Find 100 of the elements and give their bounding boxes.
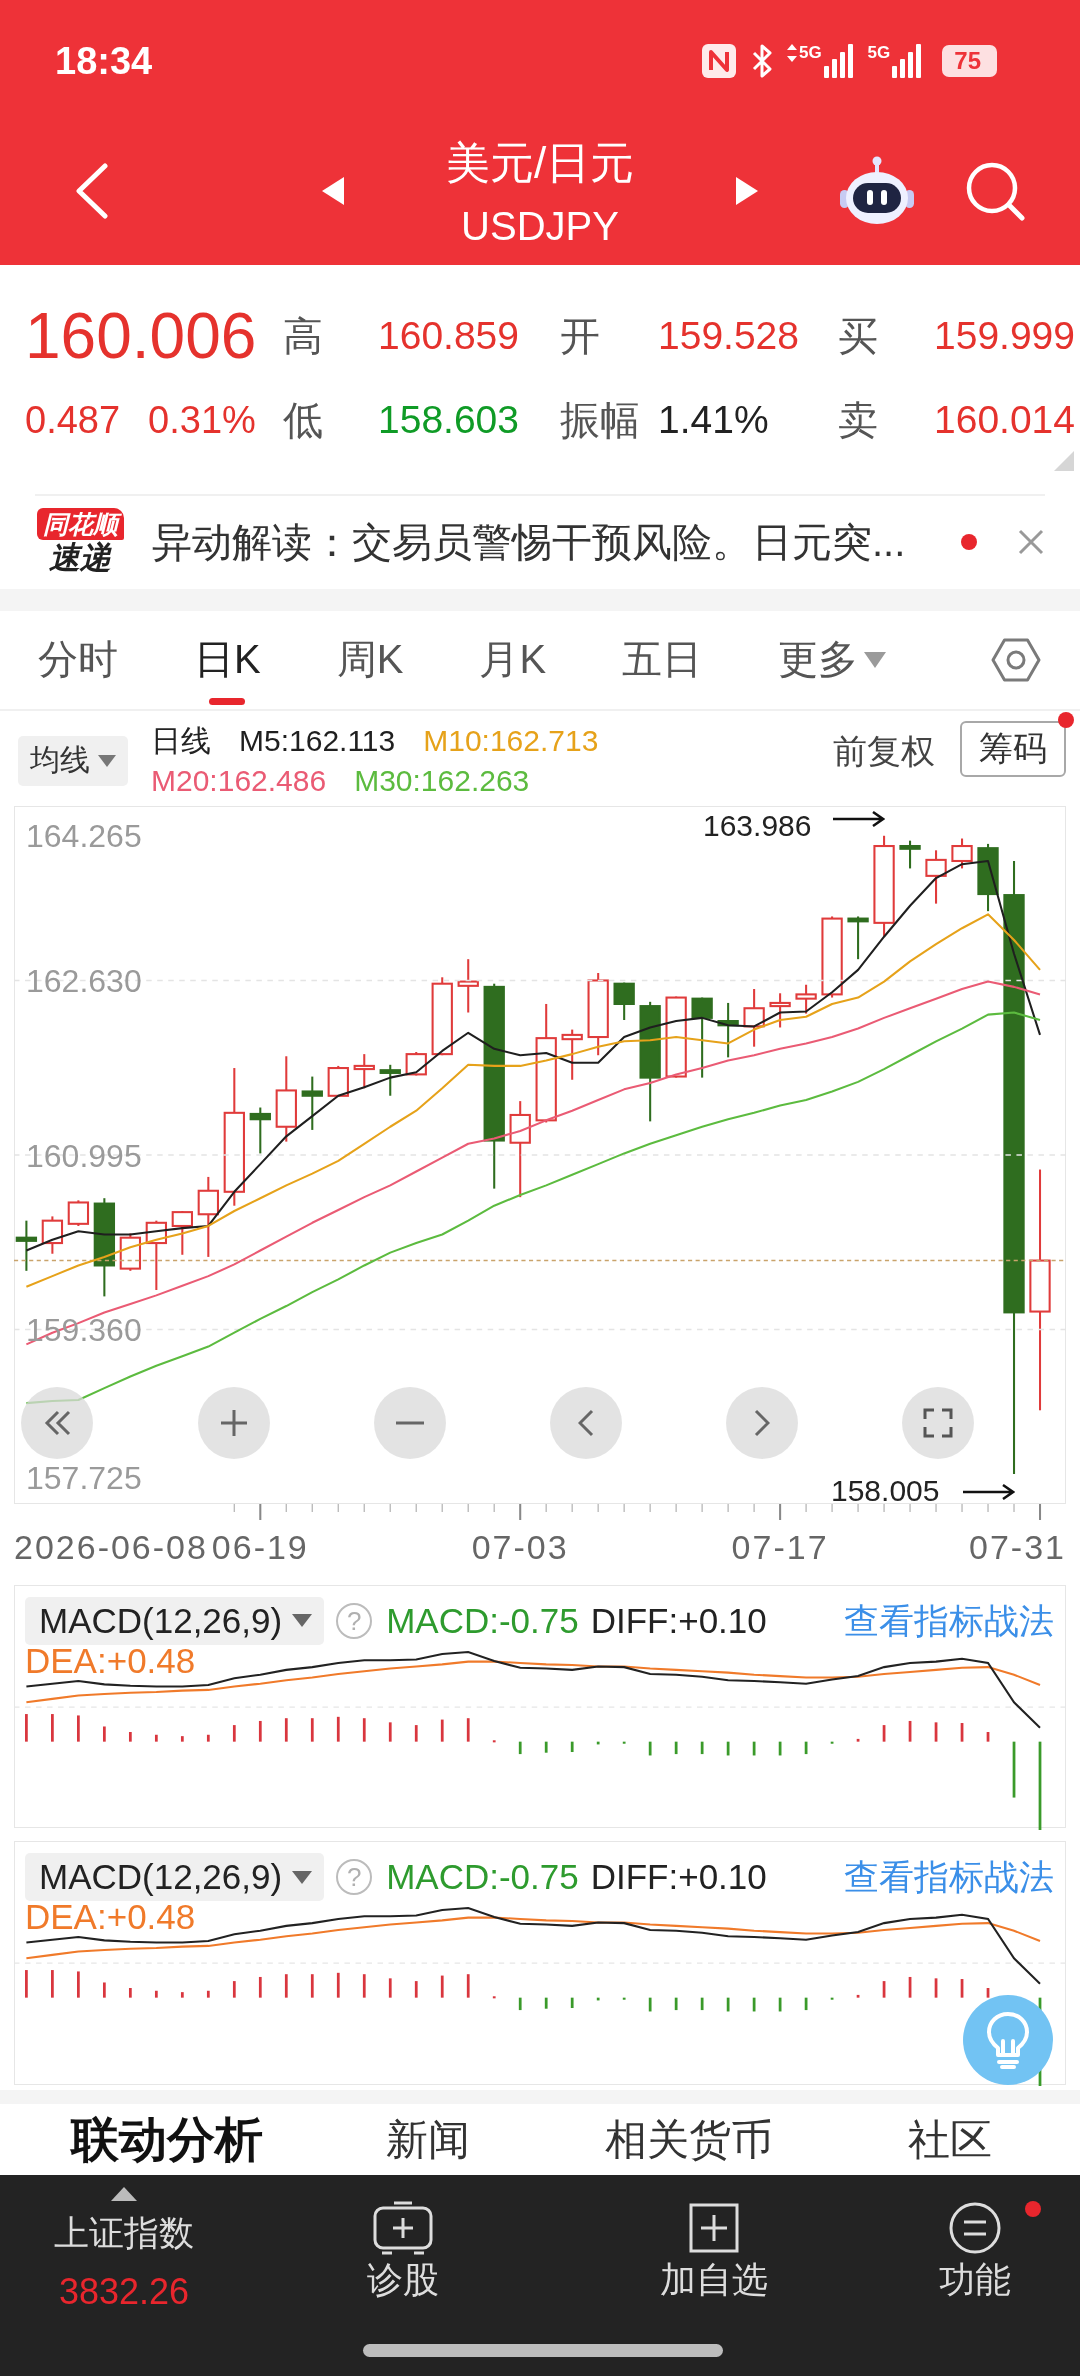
candlestick: [67, 1200, 90, 1226]
assistant-button[interactable]: [837, 154, 917, 227]
close-icon: [1018, 529, 1044, 556]
moving-average-value: M10:162.713: [423, 722, 599, 759]
candlestick: [769, 993, 791, 1028]
histogram-bar: [648, 1998, 652, 2012]
histogram-bar: [622, 1998, 626, 2001]
network-type: 5G: [798, 44, 822, 62]
histogram-bar: [544, 1998, 548, 2010]
home-indicator[interactable]: [363, 2344, 723, 2358]
brand-badge: 同花顺: [36, 508, 124, 541]
section-tab[interactable]: 联动分析: [70, 2113, 263, 2166]
triangle-left-icon: [322, 176, 344, 205]
histogram-bar: [804, 1741, 808, 1754]
candlestick: [925, 850, 947, 904]
arrow-right-icon: [833, 810, 885, 827]
histogram-bar: [51, 1970, 54, 1999]
toolbar-action[interactable]: 诊股: [367, 2175, 439, 2306]
histogram-bar: [180, 1735, 184, 1742]
change-percent: 0.31%: [148, 398, 256, 443]
period-tab[interactable]: 月K: [467, 610, 559, 709]
histogram-bar: [882, 1981, 886, 1999]
period-tab[interactable]: 日K: [182, 610, 273, 709]
histogram-bar: [986, 1731, 990, 1742]
histogram-bar: [388, 1722, 392, 1742]
briefcase-plus-icon: [372, 2200, 434, 2257]
candlestick: [379, 1064, 401, 1096]
chevron-right-icon: [754, 1408, 770, 1437]
date-axis-label: 07-17: [731, 1528, 829, 1565]
candlestick: [951, 838, 973, 869]
period-tab[interactable]: 周K: [324, 610, 416, 709]
symbol-code: USDJPY: [461, 203, 619, 250]
section-tab[interactable]: 相关货币: [604, 2113, 773, 2166]
histogram-bar: [726, 1998, 730, 2012]
macd-value: MACD:-0.75: [386, 1599, 579, 1642]
bluetooth-icon: [750, 43, 773, 79]
candlestick: [743, 988, 765, 1047]
news-headline[interactable]: 异动解读：交易员警惕干预风险。日元突...: [152, 517, 906, 568]
toolbar-action[interactable]: 加自选: [660, 2175, 768, 2306]
high-price-marker: 163.986: [703, 808, 812, 843]
search-icon: [965, 160, 1025, 221]
histogram-bar: [336, 1973, 340, 1999]
settings-icon: [991, 636, 1041, 683]
robot-icon: [839, 155, 915, 226]
histogram-bar: [103, 1726, 106, 1742]
brand-tagline: 速递: [49, 540, 111, 577]
histogram-bar: [51, 1713, 54, 1742]
histogram-bar: [25, 1970, 28, 1999]
section-tab[interactable]: 新闻: [385, 2113, 470, 2166]
low-price-marker: 158.005: [831, 1473, 940, 1508]
histogram-bar: [648, 1741, 652, 1756]
price-change: 0.487: [25, 398, 121, 443]
dea-value: DEA:+0.48: [25, 1642, 196, 1679]
histogram-bar: [960, 1722, 964, 1742]
histogram-bar: [336, 1716, 340, 1742]
expand-icon: [923, 1407, 953, 1438]
quote-label: 高: [283, 313, 324, 360]
clock-time: 18:34: [55, 39, 153, 83]
histogram-bar: [362, 1717, 366, 1742]
indicator-dropdown[interactable]: MACD(12,26,9): [25, 1853, 325, 1902]
indicator-dropdown[interactable]: MACD(12,26,9): [25, 1596, 325, 1645]
histogram-bar: [284, 1717, 288, 1742]
caret-down-icon: [292, 1870, 313, 1884]
close-button[interactable]: [1017, 528, 1045, 557]
candlestick: [405, 1051, 427, 1076]
price-axis-label: 162.630: [26, 963, 142, 1000]
adjustment-option[interactable]: 前复权: [833, 730, 935, 771]
index-name[interactable]: 上证指数: [54, 2211, 194, 2256]
candlestick: [41, 1216, 64, 1254]
histogram-bar: [570, 1998, 574, 2009]
histogram-bar: [77, 1971, 80, 1999]
section-tab[interactable]: 社区: [907, 2113, 992, 2166]
quote-label: 卖: [838, 397, 879, 444]
histogram-bar: [804, 1998, 808, 2011]
quote-value: 160.859: [378, 313, 520, 359]
period-label: 日线: [151, 722, 211, 759]
ma-dropdown[interactable]: 均线: [18, 735, 128, 786]
candlestick: [977, 843, 999, 911]
histogram-bar: [258, 1720, 262, 1742]
arrow-right-icon: [963, 1483, 1015, 1500]
histogram-bar: [103, 1982, 106, 1999]
period-tab[interactable]: 更多: [766, 610, 899, 709]
histogram-bar: [154, 1991, 158, 1999]
period-tab[interactable]: 分时: [26, 610, 130, 709]
histogram-bar: [206, 1734, 210, 1742]
histogram-bar: [752, 1741, 756, 1756]
nfc-icon: [700, 43, 737, 79]
date-axis-label: 06-19: [211, 1528, 309, 1565]
candlestick: [171, 1210, 193, 1255]
histogram-bar: [1012, 1741, 1016, 1798]
histogram-bar: [908, 1977, 912, 1999]
histogram-bar: [700, 1998, 704, 2011]
battery-indicator: 75: [942, 45, 997, 77]
histogram-bar: [206, 1991, 210, 1999]
histogram-bar: [232, 1981, 236, 1999]
toolbar-action[interactable]: 功能: [939, 2175, 1011, 2306]
histogram-bar: [440, 1719, 444, 1742]
histogram-bar: [154, 1734, 158, 1742]
period-tab[interactable]: 五日: [610, 610, 715, 709]
histogram-bar: [492, 1740, 496, 1743]
